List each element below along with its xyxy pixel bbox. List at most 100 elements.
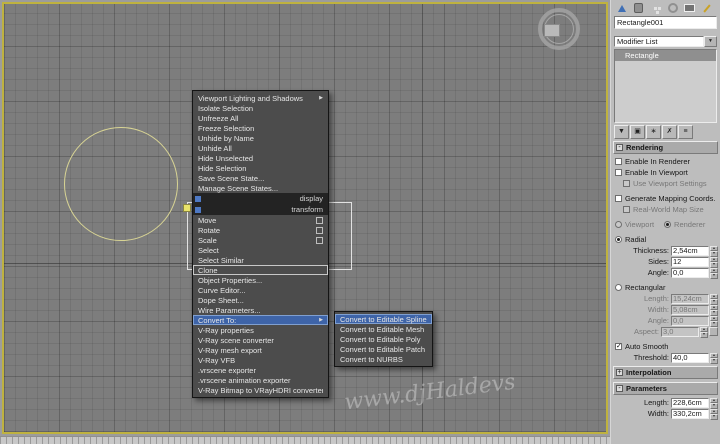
menu-item[interactable]: V-Ray Bitmap to VRayHDRI converter xyxy=(193,385,328,395)
radio-button[interactable] xyxy=(664,221,671,228)
settings-box-icon[interactable] xyxy=(316,227,323,234)
menu-item[interactable]: Scale xyxy=(193,235,328,245)
settings-box-icon[interactable] xyxy=(316,217,323,224)
submenu-item[interactable]: Convert to NURBS xyxy=(335,354,432,364)
tab-display[interactable] xyxy=(681,2,698,15)
tab-hierarchy[interactable] xyxy=(647,2,664,15)
settings-box-icon[interactable] xyxy=(316,237,323,244)
menu-item[interactable]: Isolate Selection xyxy=(193,103,328,113)
rollout-parameters-header[interactable]: - Parameters xyxy=(613,382,718,395)
radio-button[interactable] xyxy=(615,236,622,243)
value-field[interactable]: 2,54cm xyxy=(671,246,709,256)
submenu-item[interactable]: Convert to Editable Mesh xyxy=(335,324,432,334)
aspect-lock-button[interactable] xyxy=(709,327,718,336)
modifier-list-dropdown[interactable]: Modifier List ▼ xyxy=(614,36,717,47)
tab-motion[interactable] xyxy=(664,2,681,15)
spinner-arrows[interactable]: ▲▼ xyxy=(710,353,718,363)
tab-create[interactable] xyxy=(613,2,630,15)
spinner-arrows[interactable]: ▲▼ xyxy=(710,305,718,315)
viewport-navigation-gizmo[interactable] xyxy=(538,8,580,50)
menu-item[interactable]: Clone xyxy=(193,265,328,275)
menu-item[interactable]: Rotate xyxy=(193,225,328,235)
spinner-arrows[interactable]: ▲▼ xyxy=(710,409,718,419)
spinner-down-icon[interactable]: ▼ xyxy=(710,321,718,327)
checkbox[interactable] xyxy=(615,158,622,165)
chevron-down-icon[interactable]: ▼ xyxy=(704,36,717,47)
value-field[interactable]: 228,6cm xyxy=(671,398,709,408)
menu-item[interactable]: Unhide All xyxy=(193,143,328,153)
navigation-gizmo-box[interactable] xyxy=(544,24,560,37)
spinner-arrows[interactable]: ▲▼ xyxy=(710,398,718,408)
menu-item[interactable]: Select Similar xyxy=(193,255,328,265)
submenu-item[interactable]: Convert to Editable Patch xyxy=(335,344,432,354)
spinner-arrows[interactable]: ▲▼ xyxy=(710,268,718,278)
show-end-result-button[interactable]: ▣ xyxy=(630,125,645,139)
checkbox[interactable] xyxy=(623,180,630,187)
make-unique-button[interactable]: ∗ xyxy=(646,125,661,139)
modifier-stack-item[interactable]: Rectangle xyxy=(615,50,716,61)
menu-item[interactable]: Select xyxy=(193,245,328,255)
submenu-item[interactable]: Convert to Editable Spline xyxy=(335,314,432,324)
viewport[interactable]: www.djHaldevs Viewport Lighting and Shad… xyxy=(2,2,608,434)
menu-item[interactable]: Unhide by Name xyxy=(193,133,328,143)
spinner-arrows[interactable]: ▲▼ xyxy=(700,327,708,337)
spinner-down-icon[interactable]: ▼ xyxy=(710,358,718,364)
menu-item[interactable]: Curve Editor... xyxy=(193,285,328,295)
radio-button[interactable] xyxy=(615,284,622,291)
value-field[interactable]: 330,2cm xyxy=(671,409,709,419)
spinner-down-icon[interactable]: ▼ xyxy=(710,414,718,420)
modifier-list-value[interactable]: Modifier List xyxy=(614,36,704,47)
menu-item[interactable]: Save Scene State... xyxy=(193,173,328,183)
tab-modify[interactable] xyxy=(630,2,647,15)
menu-item[interactable]: Hide Selection xyxy=(193,163,328,173)
menu-item[interactable]: .vrscene animation exporter xyxy=(193,375,328,385)
object-name-field[interactable]: Rectangle001 xyxy=(614,16,717,29)
value-field[interactable]: 40,0 xyxy=(671,353,709,363)
spinner-arrows[interactable]: ▲▼ xyxy=(710,294,718,304)
value-field[interactable]: 15,24cm xyxy=(671,294,709,304)
menu-item[interactable]: Freeze Selection xyxy=(193,123,328,133)
menu-item[interactable]: Viewport Lighting and Shadows▶ xyxy=(193,93,328,103)
rollout-interpolation-header[interactable]: + Interpolation xyxy=(613,366,718,379)
remove-modifier-button[interactable]: ✗ xyxy=(662,125,677,139)
menu-item-label: Scale xyxy=(198,236,313,245)
spinner-arrows[interactable]: ▲▼ xyxy=(710,246,718,256)
checkbox[interactable]: ✓ xyxy=(615,343,622,350)
circle-shape[interactable] xyxy=(64,127,178,241)
spinner-down-icon[interactable]: ▼ xyxy=(700,332,708,338)
spinner-down-icon[interactable]: ▼ xyxy=(710,273,718,279)
menu-item[interactable]: Hide Unselected xyxy=(193,153,328,163)
menu-item-label: Rotate xyxy=(198,226,313,235)
value-field[interactable]: 0,0 xyxy=(671,316,709,326)
value-field[interactable]: 0,0 xyxy=(671,268,709,278)
menu-item[interactable]: V-Ray properties xyxy=(193,325,328,335)
menu-item[interactable]: .vrscene exporter xyxy=(193,365,328,375)
radio-button[interactable] xyxy=(615,221,622,228)
value-field[interactable]: 12 xyxy=(671,257,709,267)
menu-item[interactable]: Wire Parameters... xyxy=(193,305,328,315)
menu-item[interactable]: Manage Scene States... xyxy=(193,183,328,193)
menu-item[interactable]: V-Ray scene converter xyxy=(193,335,328,345)
menu-item[interactable]: Convert To:▶ xyxy=(193,315,328,325)
configure-modifier-sets-button[interactable]: ≡ xyxy=(678,125,693,139)
submenu-item[interactable]: Convert to Editable Poly xyxy=(335,334,432,344)
spinner-arrows[interactable]: ▲▼ xyxy=(710,257,718,267)
command-panel: Rectangle001 Modifier List ▼ Rectangle ▼… xyxy=(610,0,720,444)
menu-item[interactable]: V-Ray VFB xyxy=(193,355,328,365)
checkbox[interactable] xyxy=(623,206,630,213)
checkbox[interactable] xyxy=(615,169,622,176)
menu-item[interactable]: Dope Sheet... xyxy=(193,295,328,305)
value-field[interactable]: 3,0 xyxy=(661,327,699,337)
track-bar[interactable] xyxy=(0,436,610,444)
checkbox[interactable] xyxy=(615,195,622,202)
rollout-rendering-header[interactable]: - Rendering xyxy=(613,141,718,154)
spinner-arrows[interactable]: ▲▼ xyxy=(710,316,718,326)
pin-stack-button[interactable]: ▼ xyxy=(614,125,629,139)
menu-item[interactable]: Move xyxy=(193,215,328,225)
menu-item[interactable]: V-Ray mesh export xyxy=(193,345,328,355)
modifier-stack[interactable]: Rectangle xyxy=(614,49,717,123)
menu-item[interactable]: Unfreeze All xyxy=(193,113,328,123)
tab-utilities[interactable] xyxy=(698,2,715,15)
menu-item[interactable]: Object Properties... xyxy=(193,275,328,285)
value-field[interactable]: 5,08cm xyxy=(671,305,709,315)
